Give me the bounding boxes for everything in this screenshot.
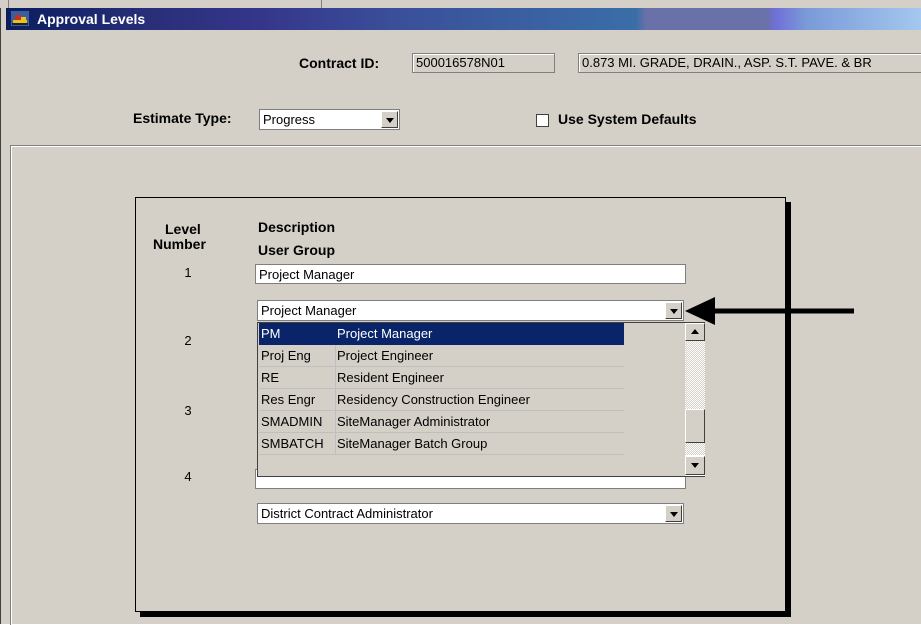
option-name: Residency Construction Engineer bbox=[337, 392, 530, 407]
option-code: Proj Eng bbox=[261, 348, 311, 363]
level-1-user-group-dropdown-button[interactable] bbox=[665, 302, 682, 319]
dropdown-option-proj-eng[interactable]: Proj Eng Project Engineer bbox=[259, 345, 624, 367]
contract-description-field[interactable]: 0.873 MI. GRADE, DRAIN., ASP. S.T. PAVE.… bbox=[578, 53, 921, 73]
use-system-defaults-label: Use System Defaults bbox=[558, 111, 697, 127]
user-group-header: User Group bbox=[258, 242, 336, 258]
level-1-description-input[interactable]: Project Manager bbox=[255, 264, 686, 284]
top-edge-divider bbox=[8, 0, 9, 8]
dropdown-option-pm[interactable]: PM Project Manager bbox=[259, 323, 624, 345]
level-header-line2: Number bbox=[153, 236, 206, 252]
level-4-user-group-dropdown-button[interactable] bbox=[665, 505, 682, 522]
column-divider bbox=[335, 367, 336, 389]
scroll-down-button[interactable] bbox=[685, 456, 705, 475]
dropdown-option-res-engr[interactable]: Res Engr Residency Construction Engineer bbox=[259, 389, 624, 411]
contract-id-field[interactable]: 500016578N01 bbox=[412, 53, 555, 73]
window-title: Approval Levels bbox=[37, 11, 146, 27]
scroll-down-icon bbox=[691, 463, 699, 468]
use-system-defaults-checkbox[interactable] bbox=[536, 114, 549, 127]
description-header: Description bbox=[258, 219, 336, 235]
contract-id-label: Contract ID: bbox=[299, 55, 380, 71]
bulldozer-app-icon bbox=[11, 11, 29, 26]
scroll-thumb[interactable] bbox=[685, 409, 705, 443]
option-name: Project Manager bbox=[337, 326, 433, 341]
annotation-arrow-icon bbox=[685, 297, 854, 325]
column-divider bbox=[335, 389, 336, 411]
option-code: SMBATCH bbox=[261, 436, 324, 451]
estimate-type-value: Progress bbox=[263, 112, 316, 127]
chevron-down-icon bbox=[386, 118, 394, 123]
level-4-user-group-dropdown[interactable]: District Contract Administrator bbox=[257, 503, 684, 524]
option-code: SMADMIN bbox=[261, 414, 323, 429]
dropdown-option-re[interactable]: RE Resident Engineer bbox=[259, 367, 624, 389]
chevron-down-icon bbox=[670, 512, 678, 517]
level-number: 2 bbox=[184, 333, 192, 348]
estimate-type-dropdown-button[interactable] bbox=[381, 111, 398, 128]
dropdown-scrollbar[interactable] bbox=[684, 323, 705, 476]
option-code: RE bbox=[261, 370, 280, 385]
level-header-line1: Level bbox=[165, 221, 201, 237]
chevron-down-icon bbox=[670, 309, 678, 314]
option-name: Resident Engineer bbox=[337, 370, 444, 385]
option-name: SiteManager Batch Group bbox=[337, 436, 488, 451]
option-code: PM bbox=[261, 326, 281, 341]
level-1-user-group-dropdown[interactable]: Project Manager bbox=[257, 300, 684, 321]
estimate-type-label: Estimate Type: bbox=[133, 110, 232, 126]
level-number: 1 bbox=[184, 265, 192, 280]
row-divider bbox=[259, 454, 624, 455]
option-name: Project Engineer bbox=[337, 348, 434, 363]
user-group-dropdown-list[interactable]: PM Project Manager Proj Eng Project Engi… bbox=[257, 322, 705, 477]
top-edge-divider bbox=[321, 0, 322, 8]
column-divider bbox=[335, 323, 336, 345]
level-1-user-group-value: Project Manager bbox=[261, 303, 357, 318]
dropdown-option-smadmin[interactable]: SMADMIN SiteManager Administrator bbox=[259, 411, 624, 433]
estimate-type-dropdown[interactable]: Progress bbox=[259, 109, 400, 130]
level-number: 3 bbox=[184, 403, 192, 418]
column-divider bbox=[335, 411, 336, 433]
scroll-up-icon bbox=[691, 329, 699, 334]
level-4-user-group-value: District Contract Administrator bbox=[261, 506, 433, 521]
option-name: SiteManager Administrator bbox=[337, 414, 491, 429]
option-code: Res Engr bbox=[261, 392, 316, 407]
level-number: 4 bbox=[184, 469, 192, 484]
column-divider bbox=[335, 433, 336, 455]
dropdown-option-smbatch[interactable]: SMBATCH SiteManager Batch Group bbox=[259, 433, 624, 455]
window-titlebar[interactable]: Approval Levels bbox=[6, 8, 921, 30]
column-divider bbox=[335, 345, 336, 367]
